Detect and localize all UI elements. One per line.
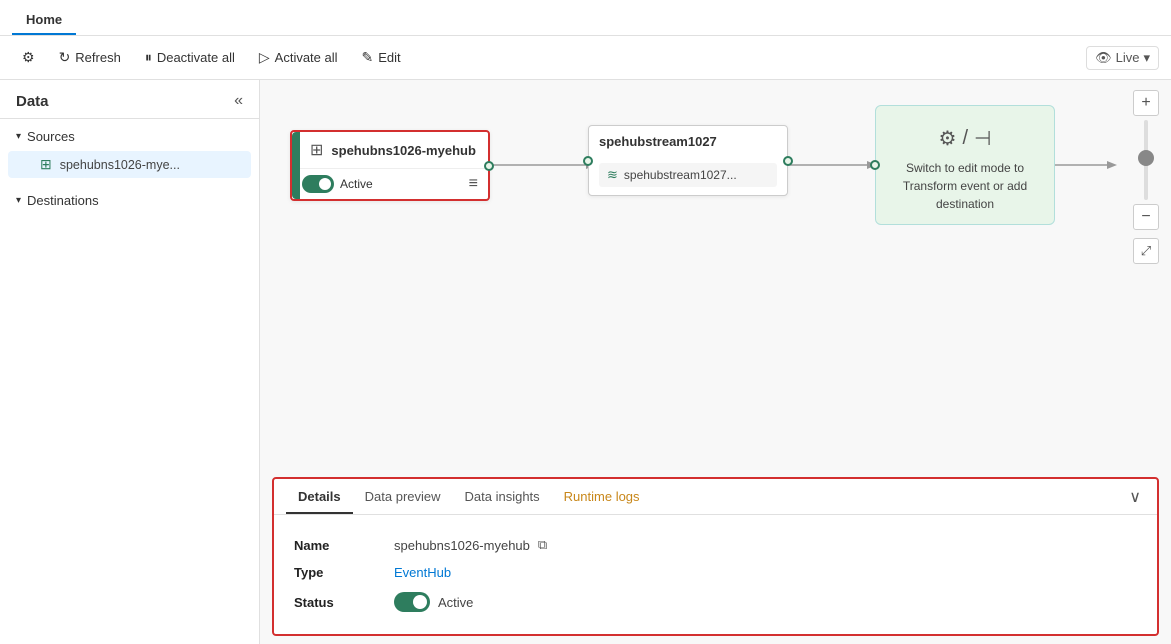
stream-output-dot (783, 156, 793, 166)
destinations-header[interactable]: ▾ Destinations (0, 187, 259, 214)
dest-input-dot (870, 160, 880, 170)
sidebar-title: Data (16, 93, 49, 110)
gear-icon: ⚙ (939, 126, 957, 151)
stream-inner: ≋ spehubstream1027... (599, 163, 777, 187)
toolbar: ⚙ ↻ Refresh ⏸ Deactivate all ▷ Activate … (0, 36, 1171, 80)
tab-runtime-logs[interactable]: Runtime logs (552, 479, 652, 514)
settings-button[interactable]: ⚙ (12, 44, 45, 71)
edit-button[interactable]: ✎ Edit (352, 44, 411, 71)
stream-input-dot (583, 156, 593, 166)
refresh-icon: ↻ (59, 49, 71, 66)
refresh-button[interactable]: ↻ Refresh (49, 44, 131, 71)
tab-bar: Home (0, 0, 1171, 36)
tab-data-preview[interactable]: Data preview (353, 479, 453, 514)
stream-node-title: spehubstream1027 (599, 134, 717, 149)
sidebar-collapse-button[interactable]: « (234, 92, 243, 110)
refresh-label: Refresh (75, 50, 121, 65)
source-menu-icon[interactable]: ≡ (469, 175, 478, 193)
zoom-slider[interactable] (1144, 120, 1148, 200)
slash-separator: / (962, 127, 968, 150)
status-value: Active (394, 592, 473, 612)
panel-collapse-button[interactable]: ∨ (1125, 483, 1145, 511)
detail-row-type: Type EventHub (294, 559, 1137, 586)
edit-label: Edit (378, 50, 400, 65)
tab-home[interactable]: Home (12, 4, 76, 35)
settings-icon: ⚙ (22, 49, 35, 66)
source-node-bar (292, 132, 300, 199)
status-toggle[interactable] (394, 592, 430, 612)
source-item-label: spehubns1026-mye... (60, 158, 180, 172)
status-label: Status (294, 595, 374, 610)
sidebar-item-source[interactable]: ⊞ spehubns1026-mye... (8, 151, 251, 178)
sidebar-header: Data « (0, 80, 259, 119)
status-value-text: Active (438, 595, 473, 610)
zoom-fit-button[interactable]: ⤢ (1133, 238, 1159, 264)
type-value: EventHub (394, 565, 451, 580)
destinations-label: Destinations (27, 193, 99, 208)
source-node-header: ⊞ spehubns1026-myehub (292, 132, 488, 169)
sources-label: Sources (27, 129, 75, 144)
detail-row-status: Status Active (294, 586, 1137, 618)
tab-data-insights[interactable]: Data insights (453, 479, 552, 514)
bottom-panel: Details Data preview Data insights Runti… (272, 477, 1159, 636)
source-node-icon: ⊞ (310, 140, 323, 160)
source-node-footer: Active ≡ (292, 169, 488, 199)
deactivate-label: Deactivate all (157, 50, 235, 65)
stream-node[interactable]: spehubstream1027 ≋ spehubstream1027... (588, 125, 788, 196)
deactivate-button[interactable]: ⏸ Deactivate all (135, 44, 245, 71)
type-label: Type (294, 565, 374, 580)
activate-icon: ▷ (259, 49, 270, 66)
activate-button[interactable]: ▷ Activate all (249, 44, 348, 71)
edit-icon: ✎ (362, 49, 374, 66)
name-value-text: spehubns1026-myehub (394, 538, 530, 553)
name-value: spehubns1026-myehub ⧉ (394, 537, 547, 553)
zoom-in-button[interactable]: + (1133, 90, 1159, 116)
stream-node-header: spehubstream1027 (589, 126, 787, 157)
source-node[interactable]: ⊞ spehubns1026-myehub Active ≡ (290, 130, 490, 201)
name-label: Name (294, 538, 374, 553)
source-active-label: Active (340, 177, 373, 191)
canvas: ⊞ spehubns1026-myehub Active ≡ spehubstr… (260, 80, 1171, 469)
destination-node[interactable]: ⚙ / ⊣ Switch to edit mode to Transform e… (875, 105, 1055, 225)
dest-icons: ⚙ / ⊣ (939, 126, 992, 151)
canvas-area: ⊞ spehubns1026-myehub Active ≡ spehubstr… (260, 80, 1171, 644)
zoom-controls: + − ⤢ (1133, 90, 1159, 264)
detail-row-name: Name spehubns1026-myehub ⧉ (294, 531, 1137, 559)
destinations-section: ▾ Destinations (0, 183, 259, 218)
panel-content: Name spehubns1026-myehub ⧉ Type EventHub… (274, 515, 1157, 634)
zoom-out-button[interactable]: − (1133, 204, 1159, 230)
tab-group: Details Data preview Data insights Runti… (286, 479, 652, 514)
sources-section: ▾ Sources ⊞ spehubns1026-mye... (0, 119, 259, 183)
source-item-icon: ⊞ (40, 156, 52, 173)
zoom-slider-thumb[interactable] (1138, 150, 1154, 166)
destinations-chevron-icon: ▾ (16, 195, 21, 206)
deactivate-icon: ⏸ (145, 49, 152, 66)
chevron-down-icon: ▾ (1143, 50, 1150, 66)
source-toggle[interactable] (302, 175, 334, 193)
sidebar: Data « ▾ Sources ⊞ spehubns1026-mye... ▾… (0, 80, 260, 644)
transform-icon: ⊣ (974, 126, 991, 151)
dest-description: Switch to edit mode to Transform event o… (886, 159, 1044, 213)
live-label: Live (1116, 50, 1140, 65)
source-node-title: spehubns1026-myehub (331, 143, 476, 158)
sources-header[interactable]: ▾ Sources (0, 123, 259, 150)
stream-icon: ≋ (607, 167, 618, 183)
activate-label: Activate all (275, 50, 338, 65)
copy-icon[interactable]: ⧉ (538, 537, 547, 553)
eye-icon: 👁 (1095, 50, 1112, 66)
source-output-dot (484, 161, 494, 171)
sources-chevron-icon: ▾ (16, 131, 21, 142)
source-toggle-group: Active (302, 175, 373, 193)
live-badge-btn[interactable]: 👁 Live ▾ (1086, 46, 1159, 70)
bottom-panel-tabs: Details Data preview Data insights Runti… (274, 479, 1157, 515)
stream-label: spehubstream1027... (624, 168, 737, 182)
main-layout: Data « ▾ Sources ⊞ spehubns1026-mye... ▾… (0, 80, 1171, 644)
tab-details[interactable]: Details (286, 479, 353, 514)
